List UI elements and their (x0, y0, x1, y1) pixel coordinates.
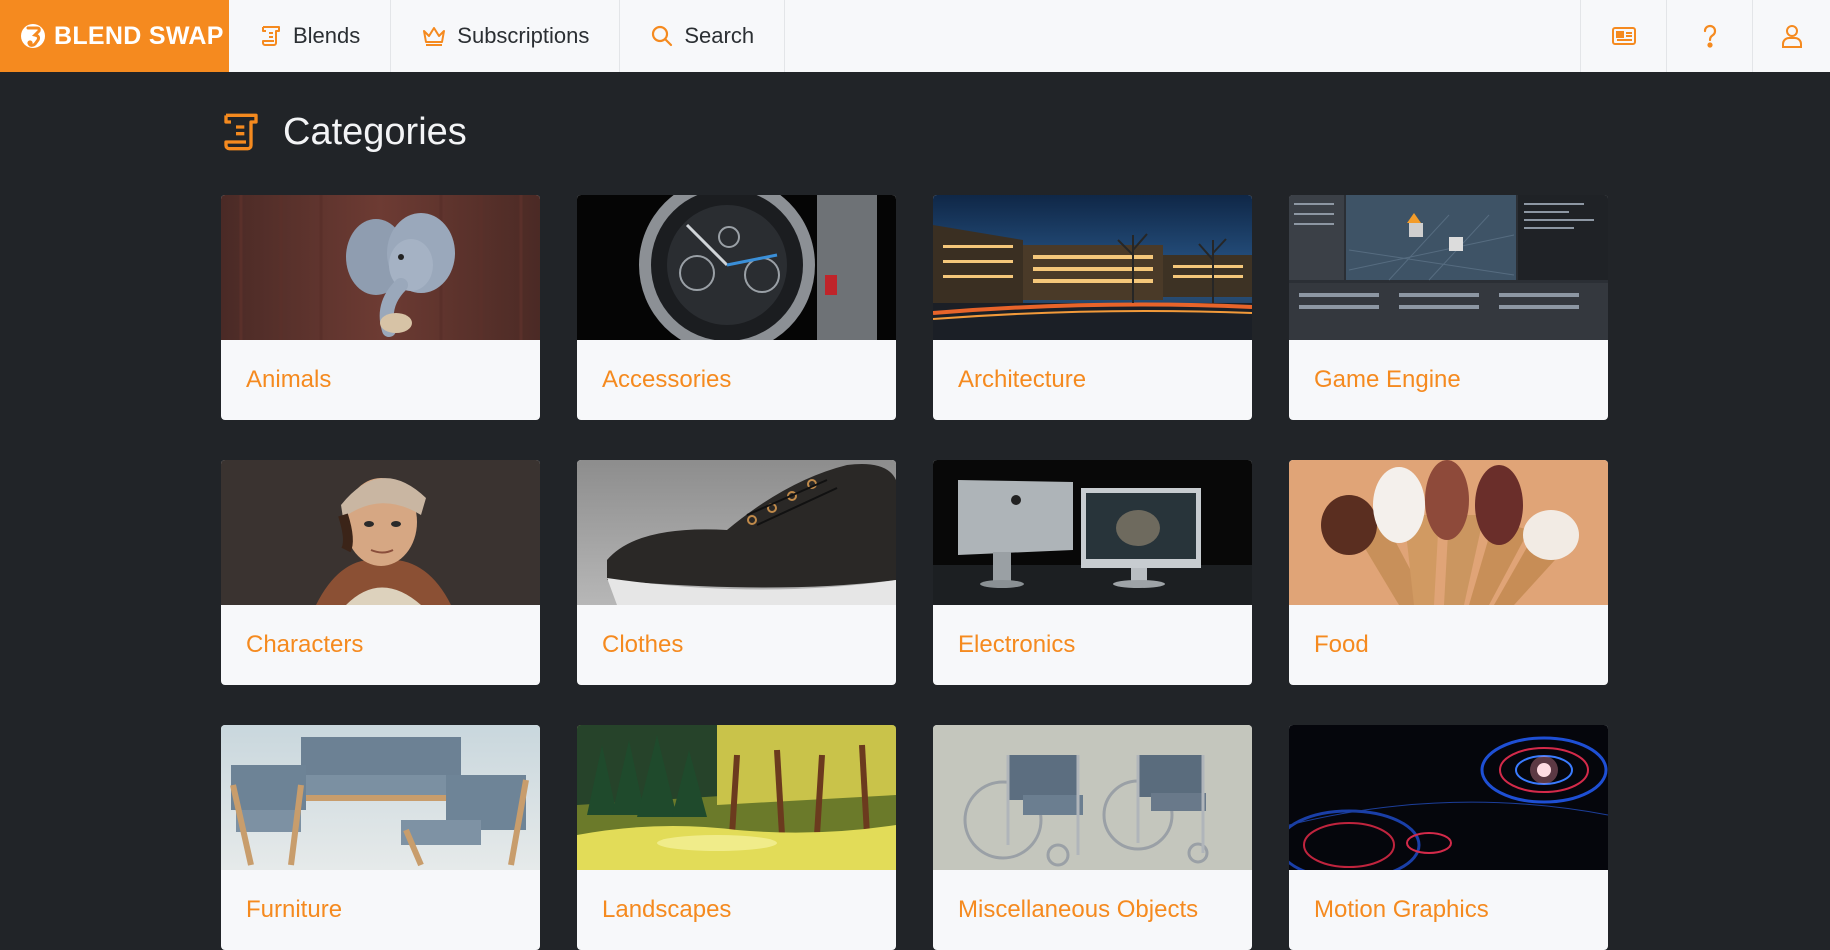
category-card-landscapes[interactable]: Landscapes (577, 725, 896, 950)
nav-subscriptions-label: Subscriptions (457, 23, 590, 48)
scroll-icon (262, 26, 280, 46)
category-thumbnail (577, 460, 896, 605)
category-thumbnail (221, 725, 540, 870)
category-thumbnail (1289, 725, 1608, 870)
category-card-characters[interactable]: Characters (221, 460, 540, 685)
category-card-electronics[interactable]: Electronics (933, 460, 1252, 685)
category-title: Electronics (958, 631, 1076, 658)
category-grid: Animals Accessories Architecture Game En… (221, 195, 1610, 950)
category-card-miscellaneous-objects[interactable]: Miscellaneous Objects (933, 725, 1252, 950)
newspaper-icon (1611, 27, 1636, 45)
category-card-food[interactable]: Food (1289, 460, 1608, 685)
category-title: Animals (246, 366, 332, 393)
nav-subscriptions[interactable]: Subscriptions (391, 0, 621, 72)
category-thumbnail (933, 460, 1252, 605)
page-header: Categories (221, 110, 467, 154)
category-card-furniture[interactable]: Furniture (221, 725, 540, 950)
category-thumbnail (933, 725, 1252, 870)
category-thumbnail (933, 195, 1252, 340)
category-title: Architecture (958, 366, 1087, 393)
category-card-accessories[interactable]: Accessories (577, 195, 896, 420)
category-thumbnail (577, 195, 896, 340)
category-title: Clothes (602, 631, 684, 658)
help-button[interactable] (1666, 0, 1752, 72)
category-title: Characters (246, 631, 364, 658)
category-card-clothes[interactable]: Clothes (577, 460, 896, 685)
category-card-game-engine[interactable]: Game Engine (1289, 195, 1608, 420)
category-card-motion-graphics[interactable]: Motion Graphics (1289, 725, 1608, 950)
category-title: Furniture (246, 896, 343, 923)
brand-logo[interactable]: BLEND SWAP (0, 0, 229, 72)
top-navigation: BLEND SWAP Blends Subscriptions Search (0, 0, 1830, 72)
blend-swap-logo-icon (21, 24, 45, 48)
user-icon (1781, 25, 1802, 48)
category-title: Food (1314, 631, 1369, 658)
crown-icon (423, 27, 446, 46)
search-icon (652, 25, 673, 47)
news-button[interactable] (1580, 0, 1666, 72)
scroll-icon (224, 113, 258, 151)
category-thumbnail (577, 725, 896, 870)
nav-blends-label: Blends (293, 23, 361, 48)
category-title: Game Engine (1314, 366, 1461, 393)
nav-search-label: Search (684, 23, 755, 48)
category-title: Motion Graphics (1314, 896, 1489, 923)
page-title: Categories (283, 110, 467, 153)
account-button[interactable] (1752, 0, 1830, 72)
category-card-architecture[interactable]: Architecture (933, 195, 1252, 420)
category-thumbnail (1289, 460, 1608, 605)
category-thumbnail (1289, 195, 1608, 340)
category-thumbnail (221, 195, 540, 340)
nav-blends[interactable]: Blends (229, 0, 392, 72)
category-title: Miscellaneous Objects (958, 896, 1199, 923)
brand-name: BLEND SWAP (54, 21, 224, 50)
category-title: Landscapes (602, 896, 732, 923)
category-title: Accessories (602, 366, 732, 393)
question-icon (1703, 24, 1716, 48)
category-thumbnail (221, 460, 540, 605)
nav-search[interactable]: Search (620, 0, 786, 72)
category-card-animals[interactable]: Animals (221, 195, 540, 420)
